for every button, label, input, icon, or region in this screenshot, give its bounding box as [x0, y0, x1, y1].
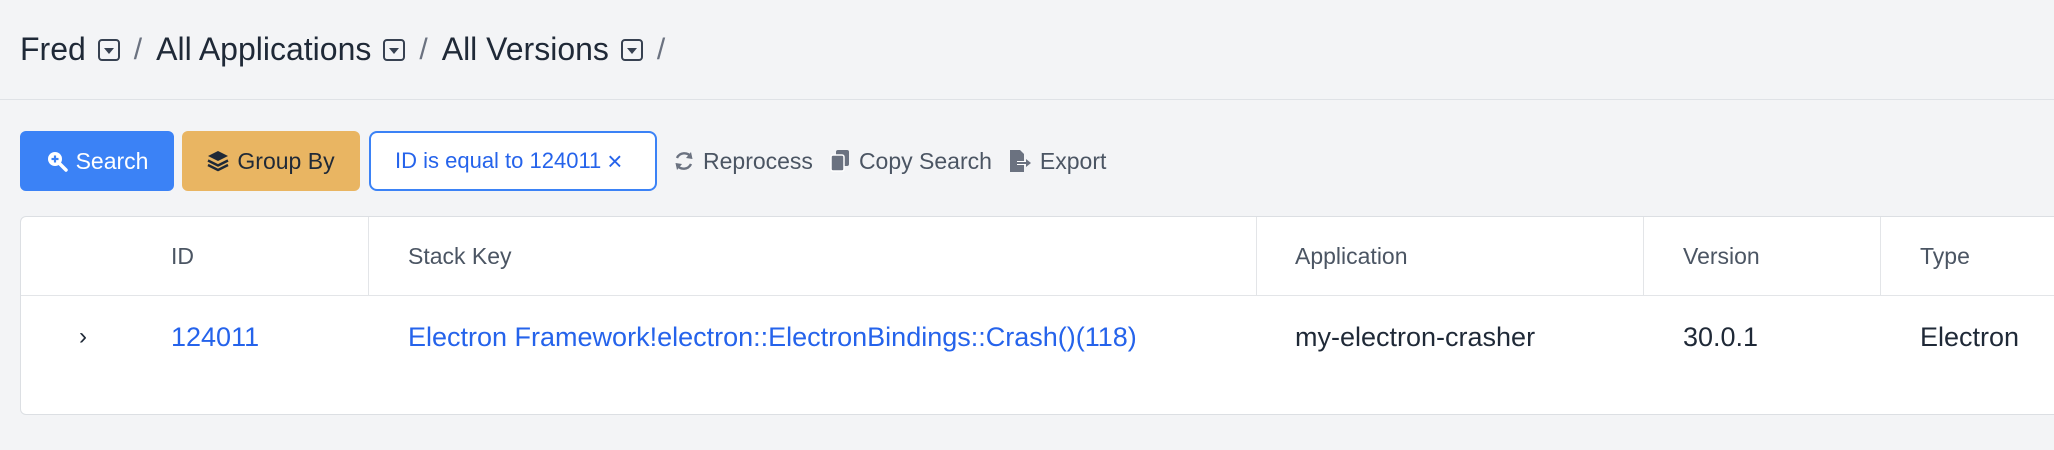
copy-icon: [829, 149, 851, 173]
table-row[interactable]: › 124011 Electron Framework!electron::El…: [21, 296, 2054, 378]
column-header-stack-key[interactable]: Stack Key: [408, 217, 512, 295]
chevron-right-icon[interactable]: ›: [79, 323, 87, 351]
search-plus-icon: [46, 150, 68, 172]
crash-id-link[interactable]: 124011: [171, 322, 259, 353]
column-divider: [1643, 217, 1644, 295]
cell-type: Electron: [1920, 296, 2019, 378]
column-divider: [368, 217, 369, 295]
dropdown-caret-icon[interactable]: [620, 38, 643, 61]
column-header-version[interactable]: Version: [1683, 217, 1760, 295]
group-by-button[interactable]: Group By: [182, 131, 360, 191]
search-button[interactable]: Search: [20, 131, 174, 191]
column-header-label: Stack Key: [408, 242, 512, 269]
breadcrumb-label[interactable]: All Versions: [442, 31, 609, 68]
column-header-label: Type: [1920, 242, 1970, 269]
column-divider: [1880, 217, 1881, 295]
type-value: Electron: [1920, 321, 2020, 352]
column-header-label: Application: [1295, 242, 1408, 269]
cell-version: 30.0.1: [1683, 296, 1758, 378]
filter-chip[interactable]: ID is equal to 124011 ×: [369, 131, 657, 191]
breadcrumb-item-user[interactable]: Fred: [20, 31, 120, 68]
search-button-label: Search: [75, 147, 149, 174]
group-by-button-label: Group By: [237, 147, 335, 174]
table-header: ID Stack Key Application Version Type: [21, 217, 2054, 296]
dropdown-caret-icon[interactable]: [97, 38, 120, 61]
stack-key-link[interactable]: Electron Framework!electron::ElectronBin…: [408, 322, 1137, 353]
refresh-icon: [673, 150, 695, 172]
column-header-label: Version: [1683, 242, 1760, 269]
version-value: 30.0.1: [1683, 321, 1759, 352]
toolbar: Search Group By ID is equal to 124011 × …: [20, 131, 1106, 191]
cell-stack-key[interactable]: Electron Framework!electron::ElectronBin…: [408, 296, 1137, 378]
column-divider: [1256, 217, 1257, 295]
row-expand-button[interactable]: ›: [79, 296, 87, 378]
breadcrumb-separator: /: [656, 32, 666, 66]
layers-icon: [207, 150, 229, 172]
cell-application: my-electron-crasher: [1295, 296, 1535, 378]
reprocess-button[interactable]: Reprocess: [673, 148, 813, 175]
application-value: my-electron-crasher: [1295, 321, 1536, 352]
breadcrumb-item-versions[interactable]: All Versions: [442, 31, 643, 68]
breadcrumb-label[interactable]: All Applications: [156, 31, 371, 68]
close-icon[interactable]: ×: [607, 146, 622, 177]
results-table: ID Stack Key Application Version Type › …: [20, 216, 2054, 415]
copy-search-button[interactable]: Copy Search: [829, 148, 992, 175]
export-button[interactable]: Export: [1008, 148, 1106, 175]
export-label: Export: [1039, 147, 1107, 174]
breadcrumb-label[interactable]: Fred: [20, 31, 86, 68]
breadcrumb-item-applications[interactable]: All Applications: [156, 31, 406, 68]
column-header-label: ID: [171, 242, 194, 269]
breadcrumb: Fred / All Applications / All Versions /: [0, 0, 2054, 100]
copy-search-label: Copy Search: [858, 147, 992, 174]
dropdown-caret-icon[interactable]: [383, 38, 406, 61]
cell-id[interactable]: 124011: [171, 296, 259, 378]
breadcrumb-separator: /: [419, 32, 428, 66]
file-export-icon: [1008, 149, 1032, 173]
filter-chip-label: ID is equal to 124011: [395, 148, 602, 173]
column-header-id[interactable]: ID: [171, 217, 194, 295]
column-header-type[interactable]: Type: [1920, 217, 1970, 295]
column-header-application[interactable]: Application: [1295, 217, 1408, 295]
reprocess-label: Reprocess: [703, 147, 813, 174]
breadcrumb-separator: /: [133, 32, 143, 66]
